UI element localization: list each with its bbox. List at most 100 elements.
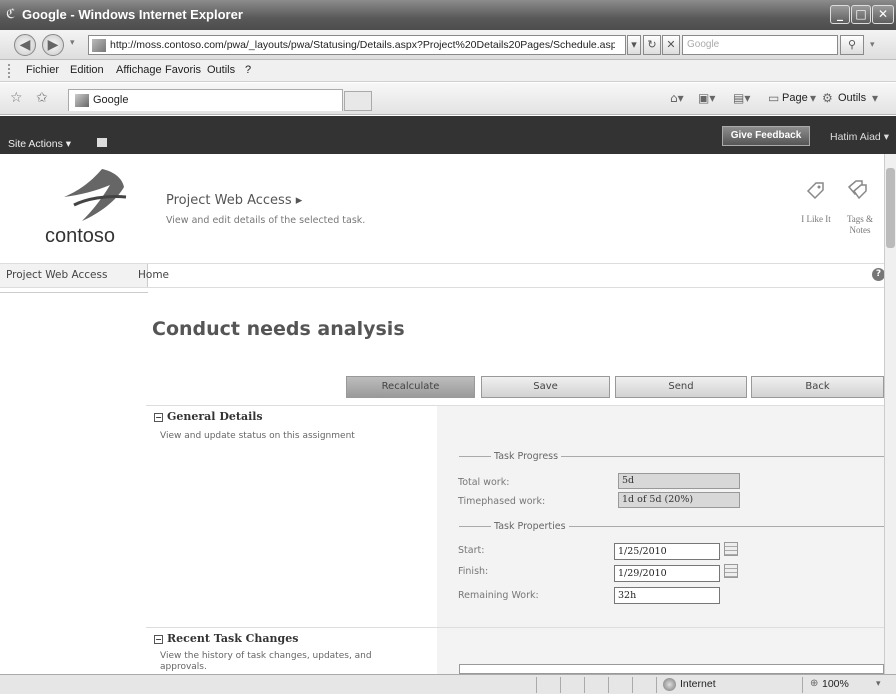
close-button[interactable]: ✕: [872, 5, 894, 24]
vertical-scrollbar[interactable]: [884, 154, 896, 674]
status-separator: [560, 677, 561, 693]
status-separator: [536, 677, 537, 693]
site-description: View and edit details of the selected ta…: [166, 215, 366, 226]
status-separator: [632, 677, 633, 693]
status-separator: [584, 677, 585, 693]
give-feedback-button[interactable]: Give Feedback: [722, 126, 810, 146]
site-actions-label: Site Actions: [8, 138, 63, 150]
google-favicon-icon: [75, 94, 89, 107]
address-toolbar: ◀ ▶ ▾ http://moss.contoso.com/pwa/_layou…: [0, 30, 896, 60]
page-menu[interactable]: Page: [782, 92, 808, 104]
browse-page-icon[interactable]: [97, 138, 107, 147]
page-icon-cmd: ▭: [768, 91, 780, 105]
minimize-button[interactable]: _: [830, 5, 850, 24]
nav-project-web-access[interactable]: Project Web Access: [6, 269, 107, 281]
stop-icon[interactable]: ✕: [662, 35, 680, 55]
page-icon: [92, 39, 106, 52]
user-name: Hatim Aiad: [830, 131, 881, 143]
new-tab-button[interactable]: [344, 91, 372, 111]
history-dropdown-icon[interactable]: ▾: [70, 38, 75, 48]
menu-outils[interactable]: Outils: [207, 64, 235, 76]
search-options-icon[interactable]: ▾: [870, 40, 875, 50]
site-title[interactable]: Project Web Access ▸: [166, 193, 302, 208]
finish-label: Finish:: [458, 566, 489, 577]
general-details-heading[interactable]: − General Details: [154, 410, 263, 423]
timephased-work-label: Timephased work:: [458, 496, 546, 507]
recalculate-button[interactable]: Recalculate: [346, 376, 475, 398]
finish-calendar-icon[interactable]: [724, 564, 738, 578]
add-favorites-icon[interactable]: ✩: [36, 90, 48, 106]
menu-grip: [8, 64, 10, 78]
task-properties-label: Task Properties: [491, 521, 569, 532]
collapse-icon[interactable]: −: [154, 413, 163, 422]
address-url: http://moss.contoso.com/pwa/_layouts/pwa…: [110, 39, 615, 51]
favorites-star-icon[interactable]: ☆: [10, 90, 23, 106]
feeds-icon[interactable]: ▣▾: [698, 91, 715, 105]
menu-help[interactable]: ?: [245, 64, 251, 76]
menu-favoris[interactable]: Favoris: [165, 64, 201, 76]
i-like-it-icon[interactable]: [804, 179, 826, 201]
recent-changes-grid: [459, 664, 884, 674]
menu-affichage[interactable]: Affichage: [116, 64, 162, 76]
total-work-label: Total work:: [458, 477, 510, 488]
zoom-level[interactable]: 100%: [822, 678, 849, 690]
address-bar[interactable]: http://moss.contoso.com/pwa/_layouts/pwa…: [88, 35, 626, 55]
back-arrow-icon[interactable]: ◀: [14, 34, 36, 56]
remaining-work-input[interactable]: 32h: [614, 587, 720, 604]
tools-menu[interactable]: Outils: [838, 92, 866, 104]
timephased-work-value: 1d of 5d (20%): [618, 492, 740, 508]
recent-changes-heading[interactable]: − Recent Task Changes: [154, 632, 298, 645]
print-icon[interactable]: ▤▾: [733, 91, 750, 105]
menu-bar: Fichier Edition Affichage Favoris Outils…: [0, 60, 896, 82]
recent-changes-title: Recent Task Changes: [167, 632, 299, 645]
status-separator: [608, 677, 609, 693]
page-title: Conduct needs analysis: [152, 318, 405, 340]
logo-text: contoso: [45, 225, 116, 247]
tags-notes-label-1[interactable]: Tags &: [840, 214, 880, 224]
search-input[interactable]: Google: [682, 35, 838, 55]
i-like-it-label[interactable]: I Like It: [796, 214, 836, 224]
tags-notes-label-2[interactable]: Notes: [840, 225, 880, 235]
security-zone: Internet: [680, 678, 716, 690]
status-separator: [802, 677, 803, 693]
save-button[interactable]: Save: [481, 376, 610, 398]
start-calendar-icon[interactable]: [724, 542, 738, 556]
search-icon[interactable]: ⚲: [840, 35, 864, 55]
favorites-bar: ☆ ✩ Google ⌂▾ ▣▾ ▤▾ ▭ Page ▾ ⚙ Outils ▾: [0, 83, 896, 115]
start-date-input[interactable]: 1/25/2010: [614, 543, 720, 560]
forward-arrow-icon[interactable]: ▶: [42, 34, 64, 56]
general-details-title: General Details: [167, 410, 263, 423]
scrollbar-thumb[interactable]: [886, 168, 895, 248]
refresh-icon[interactable]: ↻: [643, 35, 661, 55]
start-label: Start:: [458, 545, 485, 556]
remaining-work-label: Remaining Work:: [458, 590, 539, 601]
send-button[interactable]: Send: [615, 376, 747, 398]
site-actions-menu[interactable]: Site Actions ▾: [8, 138, 71, 150]
user-menu[interactable]: Hatim Aiad ▾: [830, 131, 889, 143]
nav-home[interactable]: Home: [138, 269, 169, 281]
status-separator: [656, 677, 657, 693]
internet-zone-icon: [663, 678, 676, 691]
menu-edition[interactable]: Edition: [70, 64, 104, 76]
general-details-description: View and update status on this assignmen…: [160, 431, 355, 441]
site-header: contoso Project Web Access ▸ View and ed…: [0, 155, 884, 262]
back-button[interactable]: Back: [751, 376, 884, 398]
top-navigation: Project Web Access Home: [0, 263, 884, 288]
collapse-icon[interactable]: −: [154, 635, 163, 644]
contoso-logo-icon: [64, 169, 127, 221]
maximize-button[interactable]: □: [851, 5, 871, 24]
window-titlebar: ℭ Google - Windows Internet Explorer _ □…: [0, 0, 896, 30]
finish-date-input[interactable]: 1/29/2010: [614, 565, 720, 582]
total-work-value: 5d: [618, 473, 740, 489]
browser-tab[interactable]: Google: [68, 89, 343, 111]
home-icon[interactable]: ⌂▾: [670, 91, 684, 105]
left-navigation: [0, 289, 148, 293]
tools-gear-icon: ⚙: [822, 91, 833, 105]
page-dropdown-icon: ▾: [810, 91, 817, 105]
menu-fichier[interactable]: Fichier: [26, 64, 59, 76]
tab-title: Google: [93, 94, 129, 106]
address-dropdown-icon[interactable]: ▾: [627, 35, 641, 55]
zoom-dropdown-icon[interactable]: ▾: [876, 679, 881, 689]
tags-notes-icon[interactable]: [846, 179, 868, 201]
task-progress-label: Task Progress: [491, 451, 562, 462]
